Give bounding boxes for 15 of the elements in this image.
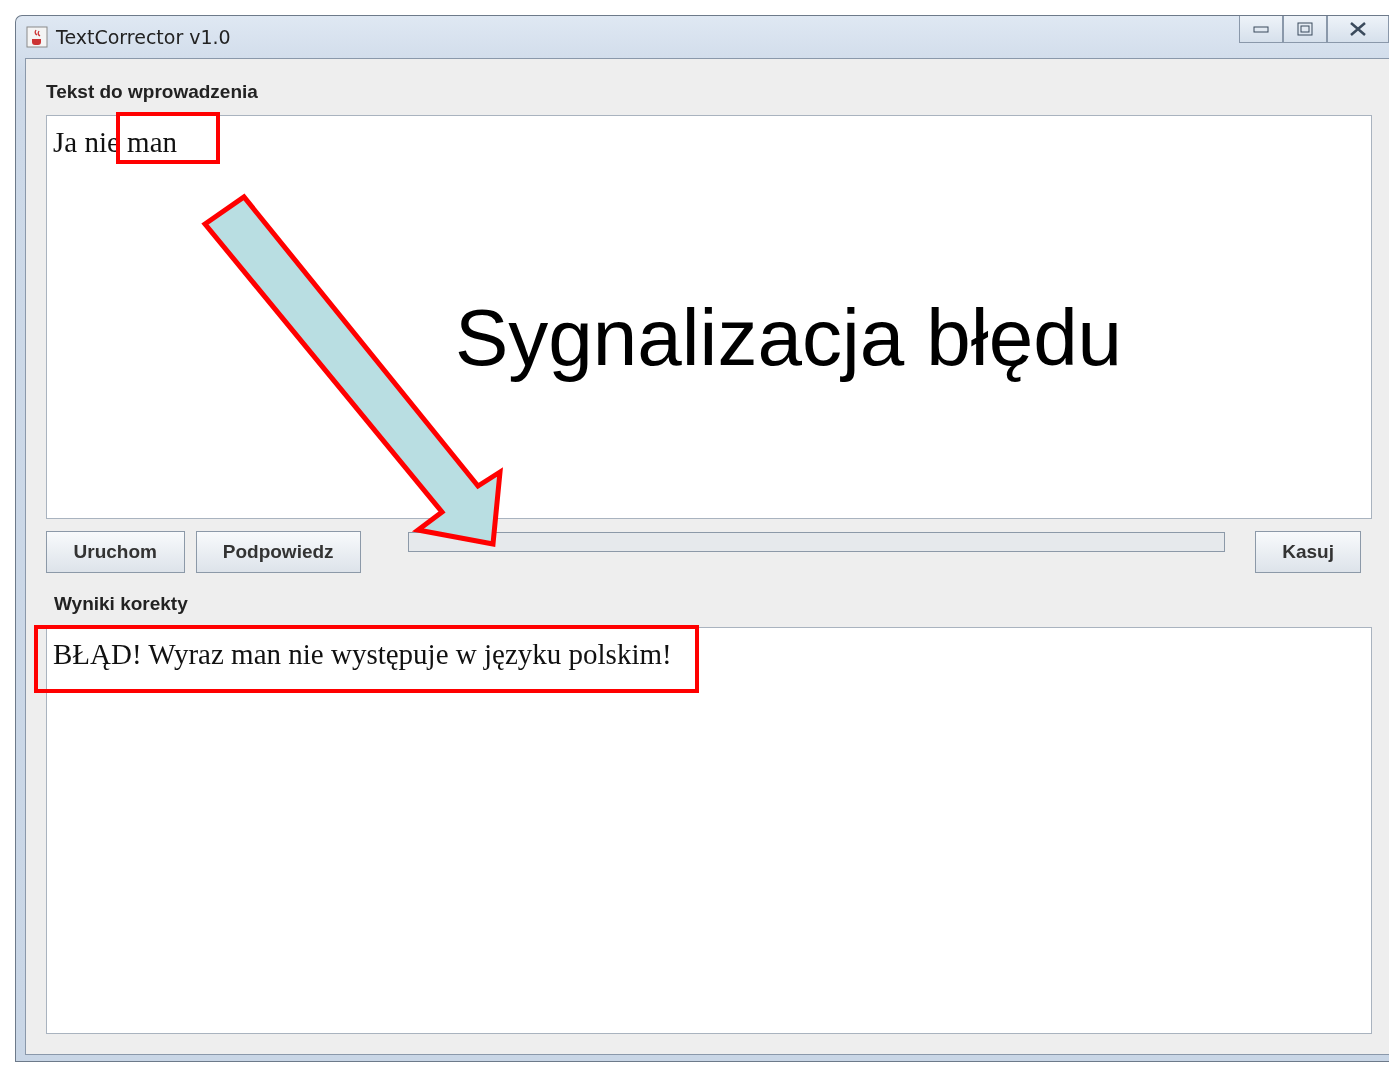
close-icon <box>1349 22 1367 36</box>
minimize-button[interactable] <box>1239 16 1283 43</box>
annotation-caption: Sygnalizacja błędu <box>455 292 1123 384</box>
maximize-icon <box>1297 22 1313 36</box>
window-title: TextCorrector v1.0 <box>56 26 231 48</box>
minimize-icon <box>1253 25 1269 33</box>
action-button[interactable]: Podpowiedz <box>195 531 361 573</box>
coffee-cup-icon <box>26 26 48 48</box>
action-button[interactable]: Uruchom <box>46 531 185 573</box>
results-text-area: BŁĄD! Wyraz man nie występuje w języku polskim! <box>46 627 1372 1034</box>
section-label: Tekst do wprowadzenia <box>46 81 259 103</box>
maximize-button[interactable] <box>1283 16 1327 43</box>
section-label: Wyniki korekty <box>53 593 189 615</box>
close-button[interactable] <box>1327 16 1389 43</box>
clear-button[interactable]: Kasuj <box>1255 531 1361 573</box>
